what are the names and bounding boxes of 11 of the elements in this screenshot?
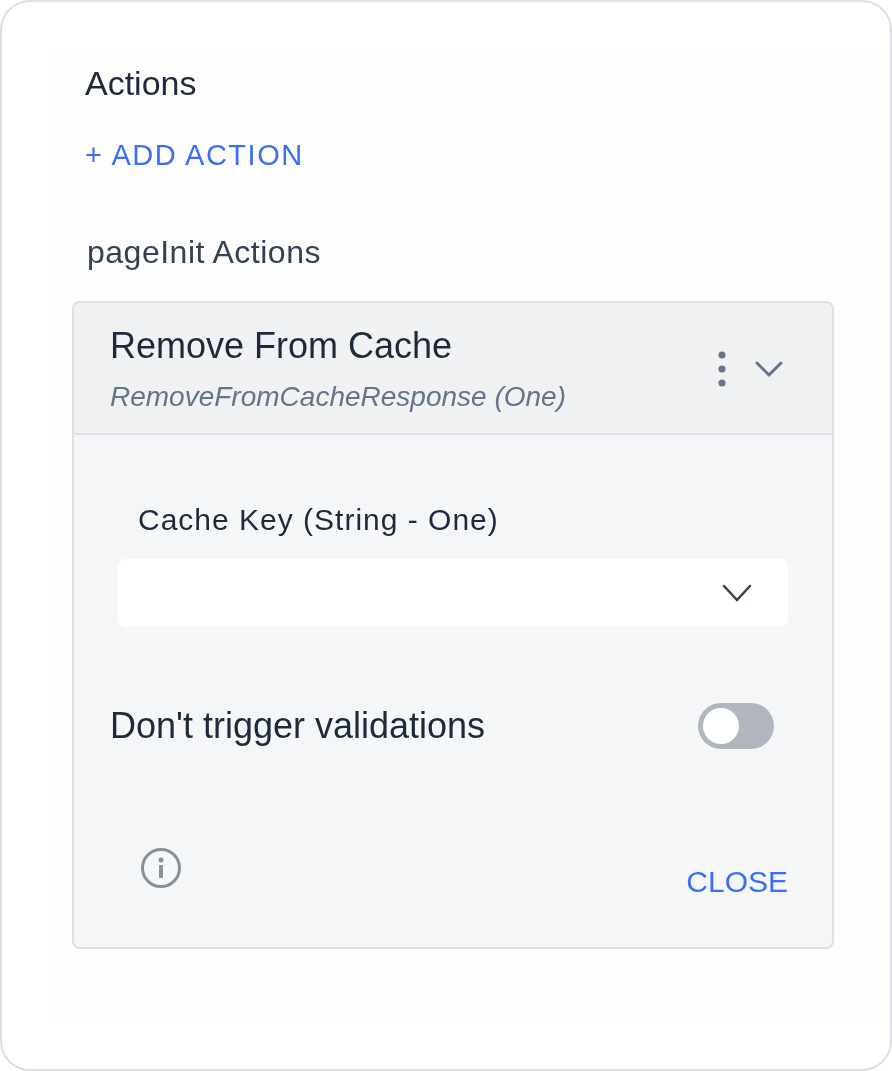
field-label: Cache Key (String - One) [138,503,500,537]
section-title: Actions [85,64,198,103]
info-icon[interactable] [140,847,182,889]
toggle-label: Don't trigger validations [110,705,486,747]
action-title: Remove From Cache [110,325,454,367]
toggle-switch[interactable] [698,703,774,749]
group-title: pageInit Actions [87,234,322,271]
action-subtitle: RemoveFromCacheResponse (One) [110,381,567,413]
chevron-down-icon [722,584,752,602]
close-button[interactable]: CLOSE [686,865,788,899]
add-action-button[interactable]: + ADD ACTION [85,139,304,172]
